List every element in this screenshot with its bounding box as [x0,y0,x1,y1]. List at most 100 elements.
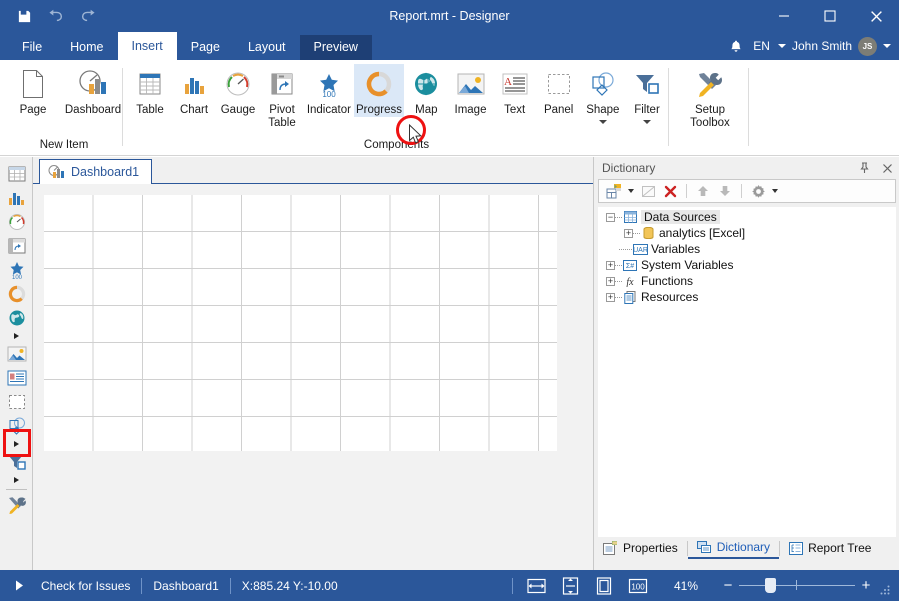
image-icon [7,346,27,362]
close-button[interactable] [853,0,899,32]
new-item-icon[interactable] [604,181,624,201]
new-item-chevron-down-icon[interactable] [626,181,636,201]
progress-icon [364,67,394,101]
ribbon-button-gauge[interactable]: Gauge [216,64,260,117]
ribbon-button-panel[interactable]: Panel [537,64,581,117]
ribbon-label-shape: Shape [586,104,619,117]
tab-preview[interactable]: Preview [300,35,372,60]
sidebar-item-gauge[interactable] [0,210,33,234]
tree-node-analytics-excel[interactable]: + analytics [Excel] [598,225,896,241]
tab-home[interactable]: Home [56,35,117,60]
sidebar-shape-expand-arrow-icon[interactable] [0,438,33,450]
close-icon[interactable] [880,161,894,175]
expander-plus-icon[interactable]: + [606,293,615,302]
system-variables-icon: Σ# [622,258,638,272]
sidebar-item-shape[interactable] [0,414,33,438]
redo-icon[interactable] [78,6,98,26]
tab-insert[interactable]: Insert [118,32,177,60]
sidebar-map-expand-arrow-icon[interactable] [0,330,33,342]
ribbon-button-map[interactable]: Map [404,64,448,117]
zoom-in-button[interactable]: + [855,570,877,601]
shape-icon [7,417,27,435]
fit-page-icon[interactable] [553,570,587,601]
panel-tab-properties[interactable]: Properties [594,537,687,559]
canvas-scroll-area[interactable] [33,184,593,570]
language-chevron-down-icon[interactable] [778,44,786,48]
user-name-label[interactable]: John Smith [792,39,852,53]
language-selector[interactable]: EN [751,39,772,53]
avatar[interactable]: JS [858,37,877,56]
expander-plus-icon[interactable]: + [606,261,615,270]
account-chevron-down-icon[interactable] [883,44,891,48]
zoom-slider-thumb[interactable] [765,578,776,593]
ribbon-button-chart[interactable]: Chart [172,64,216,117]
document-tab-dashboard1[interactable]: Dashboard1 [39,159,152,184]
save-icon[interactable] [14,6,34,26]
filter-chevron-down-icon[interactable] [643,120,651,124]
ribbon-button-pivot-table[interactable]: Pivot Table [260,64,304,130]
panel-tab-dictionary[interactable]: Dictionary [688,537,779,559]
sidebar-item-pivot-table[interactable] [0,234,33,258]
tree-node-system-variables[interactable]: + Σ# System Variables [598,257,896,273]
gear-icon[interactable] [748,181,768,201]
sidebar-item-progress[interactable] [0,282,33,306]
minimize-button[interactable] [761,0,807,32]
zoom-out-button[interactable]: − [717,570,739,601]
tree-label-resources: Resources [641,290,698,304]
ribbon-button-setup-toolbox[interactable]: Setup Toolbox [678,64,742,130]
ribbon-button-page[interactable]: Page [6,64,60,117]
status-bar-left: Check for Issues Dashboard1 X:885.24 Y:-… [10,570,349,601]
sidebar-item-panel[interactable] [0,390,33,414]
ribbon-button-filter[interactable]: Filter [625,64,669,124]
expander-plus-icon[interactable]: + [606,277,615,286]
delete-x-icon[interactable] [660,181,680,201]
expander-plus-icon[interactable]: + [624,229,633,238]
expander-minus-icon[interactable]: − [606,213,615,222]
ribbon-button-shape[interactable]: Shape [581,64,625,124]
notification-bell-icon[interactable] [727,37,745,55]
ribbon-label-setup-toolbox: Setup Toolbox [690,104,730,130]
zoom-slider[interactable] [739,570,855,601]
sidebar-item-filter[interactable] [0,450,33,474]
ribbon-button-dashboard[interactable]: Dashboard [60,64,126,117]
tree-node-resources[interactable]: + Resources [598,289,896,305]
ribbon-button-indicator[interactable]: 100 Indicator [304,64,354,117]
fit-width-icon[interactable] [519,570,553,601]
ribbon-button-table[interactable]: Table [128,64,172,117]
check-for-issues-button[interactable]: Check for Issues [30,579,141,593]
settings-chevron-down-icon[interactable] [770,181,780,201]
play-icon[interactable] [10,570,30,601]
tab-page[interactable]: Page [177,35,234,60]
ribbon-button-image[interactable]: Image [448,64,492,117]
dictionary-toolbar [598,179,896,203]
maximize-button[interactable] [807,0,853,32]
panel-tab-report-tree[interactable]: Report Tree [780,537,880,559]
undo-icon[interactable] [46,6,66,26]
resize-grip-icon[interactable] [877,570,893,601]
sidebar-item-table[interactable] [0,162,33,186]
tab-layout[interactable]: Layout [234,35,300,60]
zoom-100-icon[interactable]: 100 [621,570,655,601]
sidebar-filter-expand-arrow-icon[interactable] [0,474,33,486]
report-page-canvas[interactable] [44,195,557,451]
sidebar-item-setup-toolbox[interactable] [0,493,33,517]
dictionary-tree[interactable]: − Data Sources + analytics [Excel] UAR [598,207,896,537]
shape-icon [588,67,618,101]
single-page-icon[interactable] [587,570,621,601]
sidebar-item-chart[interactable] [0,186,33,210]
ribbon-button-text[interactable]: A Text [493,64,537,117]
tree-node-data-sources[interactable]: − Data Sources [598,209,896,225]
tree-node-functions[interactable]: + fx Functions [598,273,896,289]
tree-node-variables[interactable]: UAR Variables [598,241,896,257]
sidebar-item-indicator[interactable]: 100 [0,258,33,282]
shape-chevron-down-icon[interactable] [599,120,607,124]
sidebar-item-text[interactable] [0,366,33,390]
tab-file[interactable]: File [8,35,56,60]
sidebar-item-image[interactable] [0,342,33,366]
status-page-name[interactable]: Dashboard1 [142,579,229,593]
ribbon-label-chart: Chart [180,104,208,117]
status-bar-right: 100 41% − + [512,570,893,601]
sidebar-item-map[interactable] [0,306,33,330]
pin-icon[interactable] [857,161,871,175]
ribbon-button-progress[interactable]: Progress [354,64,405,117]
